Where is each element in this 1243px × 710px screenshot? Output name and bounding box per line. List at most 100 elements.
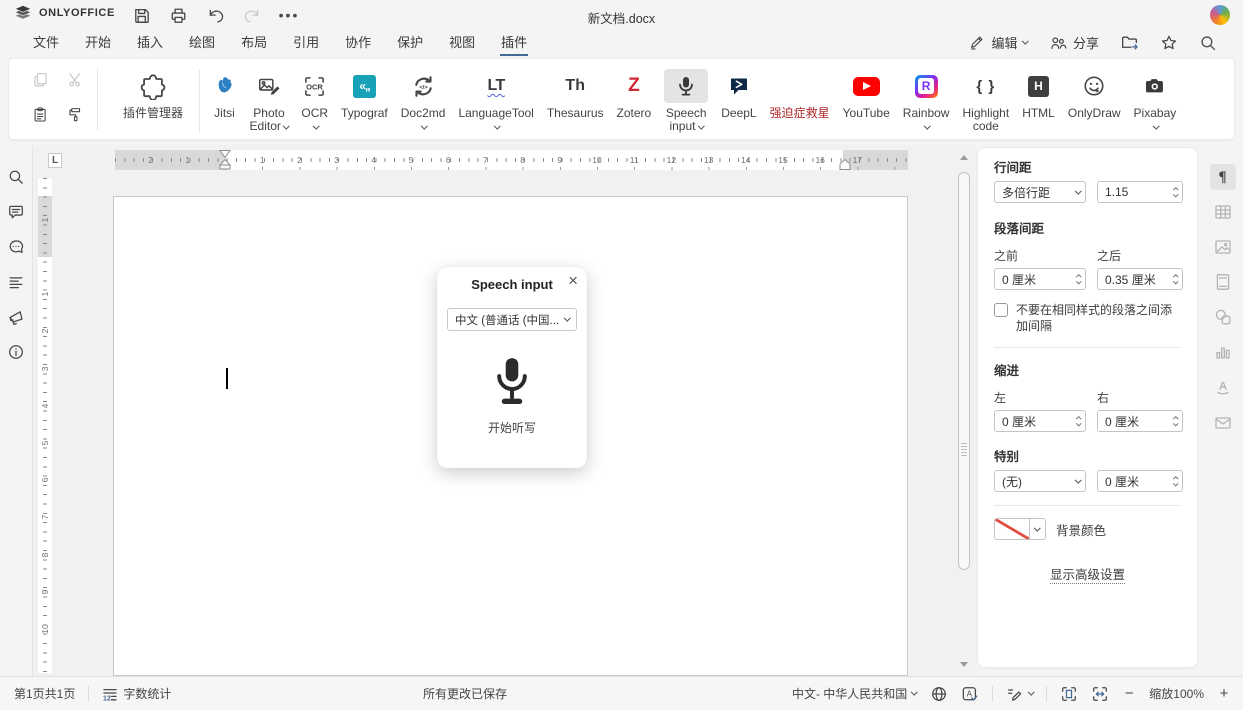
paragraph-settings-icon[interactable]: ¶: [1210, 164, 1236, 190]
close-icon[interactable]: ×: [568, 271, 578, 291]
comments-button[interactable]: [6, 202, 26, 222]
spacing-before-spinner[interactable]: 0 厘米: [994, 268, 1086, 290]
tab-protection[interactable]: 保护: [396, 29, 424, 56]
feedback-button[interactable]: [6, 307, 26, 327]
fit-width-button[interactable]: [1091, 685, 1109, 703]
plugin-qiangpozheng[interactable]: 强迫症救星: [763, 61, 836, 120]
tab-file[interactable]: 文件: [32, 29, 60, 56]
page-number-status[interactable]: 第1页共1页: [14, 685, 75, 702]
plugin-highlight-code[interactable]: { } Highlight code: [956, 61, 1016, 133]
indent-left-spinner[interactable]: 0 厘米: [994, 410, 1086, 432]
about-button[interactable]: [6, 342, 26, 362]
spin-down-icon[interactable]: [1173, 278, 1178, 283]
scrollbar-thumb[interactable]: [958, 172, 970, 570]
word-count-button[interactable]: 12 字数统计: [102, 685, 171, 702]
plugin-typograf[interactable]: «,, Typograf: [335, 61, 395, 120]
spin-down-icon[interactable]: [1173, 480, 1178, 485]
find-button[interactable]: [6, 167, 26, 187]
copy-style-button[interactable]: [66, 105, 84, 123]
zoom-in-button[interactable]: +: [1217, 685, 1231, 702]
plugin-rainbow[interactable]: R Rainbow: [896, 61, 956, 133]
indent-right-spinner[interactable]: 0 厘米: [1097, 410, 1183, 432]
plugin-doc2md[interactable]: </> Doc2md: [394, 61, 452, 133]
tab-home[interactable]: 开始: [84, 29, 112, 56]
favorites-button[interactable]: [1160, 34, 1178, 52]
cut-button[interactable]: [66, 70, 84, 88]
set-language-button[interactable]: [930, 685, 948, 703]
spin-down-icon[interactable]: [1076, 420, 1081, 425]
hanging-indent-marker[interactable]: [219, 159, 231, 170]
plugin-thesaurus[interactable]: Th Thesaurus: [540, 61, 610, 120]
line-spacing-value-spinner[interactable]: 1.15: [1097, 181, 1183, 203]
plugin-deepl[interactable]: DeepL: [715, 61, 763, 120]
shape-settings-icon[interactable]: [1210, 304, 1236, 330]
fit-page-button[interactable]: [1060, 685, 1078, 703]
track-changes-button[interactable]: [1006, 685, 1034, 703]
speech-language-select[interactable]: 中文 (普通话 (中国...: [447, 308, 577, 331]
tab-collaboration[interactable]: 协作: [344, 29, 372, 56]
plugin-languagetool[interactable]: LT LanguageTool: [452, 61, 540, 133]
plugin-speech-input[interactable]: Speech input: [658, 61, 715, 133]
table-settings-icon[interactable]: [1210, 199, 1236, 225]
spell-check-button[interactable]: A: [961, 685, 979, 703]
background-color-swatch[interactable]: [994, 518, 1030, 540]
spacing-after-spinner[interactable]: 0.35 厘米: [1097, 268, 1183, 290]
spin-down-icon[interactable]: [1076, 278, 1081, 283]
ruler-number: 5: [409, 150, 414, 170]
horizontal-ruler[interactable]: 211234567891011121314151617: [115, 150, 908, 170]
tab-stop-selector[interactable]: L: [48, 153, 62, 168]
background-color-dropdown[interactable]: [1030, 518, 1046, 540]
plugin-photo-editor[interactable]: Photo Editor: [243, 61, 295, 133]
document-language-select[interactable]: 中文- 中华人民共和国: [792, 685, 917, 702]
tab-draw[interactable]: 绘图: [188, 29, 216, 56]
right-indent-marker[interactable]: [839, 159, 851, 170]
start-dictation-mic-button[interactable]: [491, 356, 533, 408]
spin-down-icon[interactable]: [1173, 420, 1178, 425]
zoom-level[interactable]: 缩放100%: [1149, 685, 1204, 702]
plugin-label: 强迫症救星: [770, 107, 830, 120]
special-indent-select[interactable]: (无): [994, 470, 1086, 492]
tab-references[interactable]: 引用: [292, 29, 320, 56]
chevron-down-icon: [911, 689, 917, 695]
chat-button[interactable]: [6, 237, 26, 257]
copy-button[interactable]: [31, 70, 49, 88]
user-avatar[interactable]: [1210, 5, 1230, 25]
tab-view[interactable]: 视图: [448, 29, 476, 56]
text-cursor: [226, 368, 228, 389]
panel-divider: [994, 505, 1181, 506]
plugin-youtube[interactable]: YouTube: [836, 61, 896, 120]
plugin-html[interactable]: H HTML: [1016, 61, 1062, 120]
spin-down-icon[interactable]: [1173, 191, 1178, 196]
show-advanced-settings-link[interactable]: 显示高级设置: [1050, 568, 1125, 584]
zoom-out-button[interactable]: −: [1122, 685, 1136, 702]
plugin-jitsi[interactable]: Jitsi: [206, 61, 243, 120]
ruler-number: 7: [483, 150, 488, 170]
chart-settings-icon[interactable]: [1210, 339, 1236, 365]
plugin-ocr[interactable]: OCR OCR: [295, 61, 335, 133]
text-art-settings-icon[interactable]: A: [1210, 374, 1236, 400]
scroll-up-button[interactable]: [957, 150, 971, 164]
tab-insert[interactable]: 插入: [136, 29, 164, 56]
share-button[interactable]: 分享: [1049, 33, 1099, 52]
editing-mode-button[interactable]: 编辑: [968, 33, 1028, 52]
plugin-onlydraw[interactable]: OnlyDraw: [1061, 61, 1127, 120]
plugin-zotero[interactable]: Z Zotero: [610, 61, 658, 120]
plugin-pixabay[interactable]: Pixabay: [1127, 61, 1183, 133]
vertical-scrollbar[interactable]: [957, 150, 971, 671]
image-settings-icon[interactable]: [1210, 234, 1236, 260]
mail-merge-settings-icon[interactable]: [1210, 409, 1236, 435]
special-indent-spinner[interactable]: 0 厘米: [1097, 470, 1183, 492]
header-footer-settings-icon[interactable]: [1210, 269, 1236, 295]
tab-layout[interactable]: 布局: [240, 29, 268, 56]
paste-button[interactable]: [31, 105, 49, 123]
open-file-location-button[interactable]: [1120, 33, 1139, 52]
search-button[interactable]: [1199, 34, 1217, 52]
tab-plugins[interactable]: 插件: [500, 29, 528, 56]
first-line-indent-marker[interactable]: [219, 150, 231, 158]
line-spacing-type-select[interactable]: 多倍行距: [994, 181, 1086, 203]
plugin-manager-button[interactable]: 插件管理器: [113, 61, 193, 120]
same-style-spacing-checkbox[interactable]: 不要在相同样式的段落之间添加间隔: [994, 302, 1181, 334]
vertical-ruler[interactable]: 112345678910: [38, 178, 52, 673]
navigation-headings-button[interactable]: [6, 272, 26, 292]
scroll-down-button[interactable]: [957, 657, 971, 671]
